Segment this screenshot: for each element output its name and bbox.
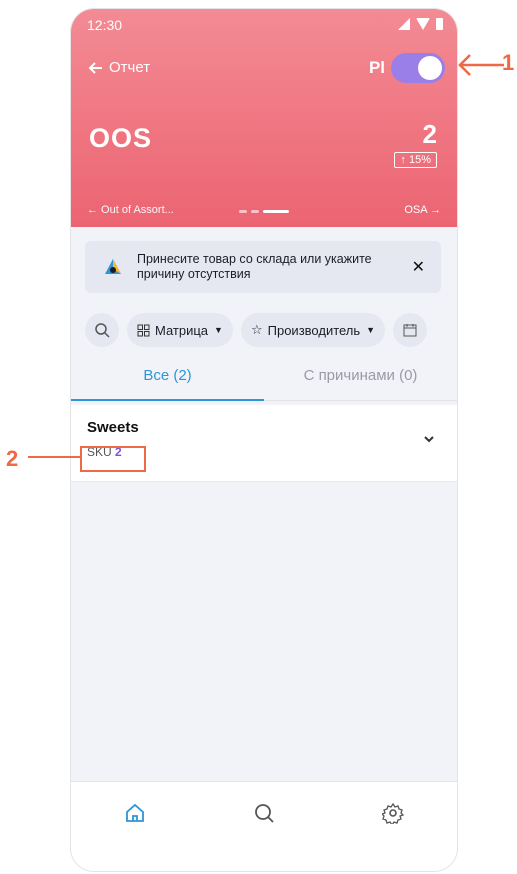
nav-home[interactable] xyxy=(115,793,155,833)
producer-filter-chip[interactable]: ☆ Производитель ▼ xyxy=(240,313,386,347)
search-icon xyxy=(255,804,274,823)
metric-value: 2 xyxy=(422,119,437,149)
tab-bar: Все (2) С причинами (0) xyxy=(71,359,457,401)
calendar-icon xyxy=(403,324,417,337)
matrix-filter-label: Матрица xyxy=(155,322,209,338)
status-time: 12:30 xyxy=(87,17,123,33)
phone-screen: 12:30 Отчет Pl OOS 2 ↑ 15% ← Out of Asso… xyxy=(70,8,458,872)
nav-settings[interactable] xyxy=(373,793,413,833)
next-metric-link[interactable]: OSA → xyxy=(404,204,441,216)
callout-label-2: 2 xyxy=(6,446,19,471)
pl-label: Pl xyxy=(368,58,385,77)
callout-line-2 xyxy=(28,456,82,458)
category-title: Sweets xyxy=(87,419,139,436)
back-label: Отчет xyxy=(109,59,151,76)
star-icon: ☆ xyxy=(250,322,263,337)
page-dot-active xyxy=(263,210,289,213)
page-indicator xyxy=(239,210,289,213)
tab-all[interactable]: Все (2) xyxy=(71,359,264,401)
battery-icon xyxy=(436,18,443,30)
signal-icon xyxy=(398,18,410,30)
hint-banner: Принесите товар со склада или укажите пр… xyxy=(85,241,441,293)
status-icons xyxy=(398,18,443,30)
bottom-nav xyxy=(71,781,457,844)
metric-name: OOS xyxy=(89,123,153,153)
gear-icon xyxy=(381,802,404,824)
producer-filter-label: Производитель xyxy=(267,322,361,338)
chevron-down-icon[interactable] xyxy=(423,433,435,445)
tab-with-reasons[interactable]: С причинами (0) xyxy=(264,359,457,401)
app-logo-icon xyxy=(105,259,121,274)
chevron-down-icon: ▼ xyxy=(366,325,376,335)
callout-arrow-1 xyxy=(458,54,504,76)
nav-search[interactable] xyxy=(244,793,284,833)
sku-highlight-box xyxy=(80,446,146,472)
page-dot xyxy=(239,210,247,213)
toggle-knob xyxy=(418,56,442,80)
calendar-filter-button[interactable] xyxy=(393,313,428,347)
delta-badge: ↑ 15% xyxy=(394,152,437,168)
prev-metric-link[interactable]: ← Out of Assort... xyxy=(87,204,174,216)
page-dot xyxy=(251,210,259,213)
back-button[interactable]: Отчет xyxy=(89,59,150,76)
arrow-left-icon xyxy=(89,61,102,74)
matrix-filter-chip[interactable]: Матрица ▼ xyxy=(127,313,233,347)
close-icon[interactable]: ✕ xyxy=(412,257,425,277)
pl-toggle[interactable] xyxy=(391,53,445,83)
chevron-down-icon: ▼ xyxy=(214,325,223,335)
home-indicator-area xyxy=(71,843,457,871)
banner-text: Принесите товар со склада или укажите пр… xyxy=(137,252,372,281)
report-header: 12:30 Отчет Pl OOS 2 ↑ 15% ← Out of Asso… xyxy=(71,9,457,227)
wifi-icon xyxy=(416,18,430,30)
search-filter-button[interactable] xyxy=(85,313,119,347)
grid-icon xyxy=(137,324,150,336)
callout-label-1: 1 xyxy=(502,50,515,75)
search-icon xyxy=(95,323,110,338)
status-bar: 12:30 xyxy=(87,17,443,35)
home-icon xyxy=(126,803,145,822)
filter-bar: Матрица ▼ ☆ Производитель ▼ xyxy=(85,313,428,347)
